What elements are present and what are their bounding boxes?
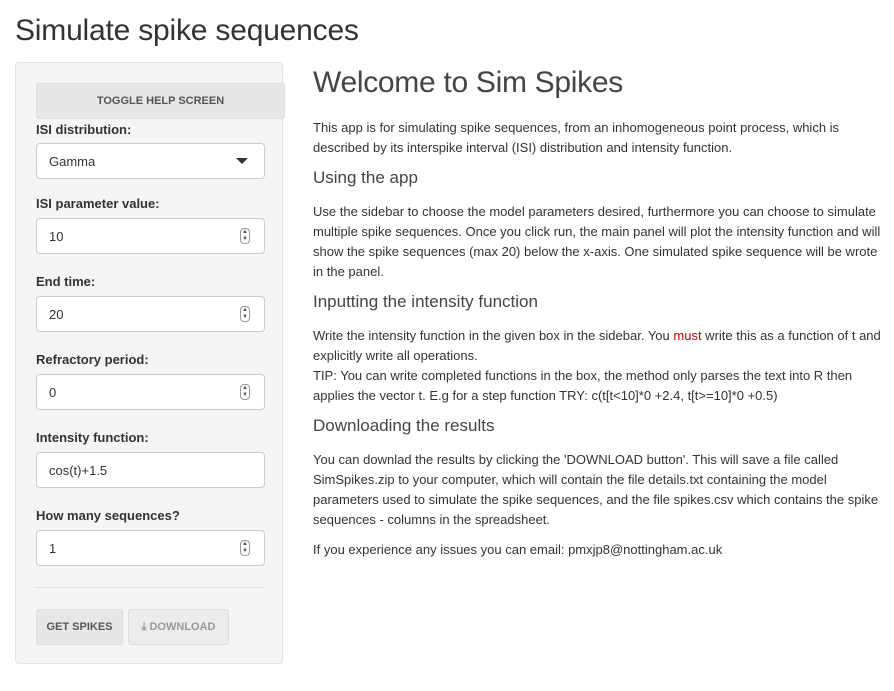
sequences-label: How many sequences? [36, 508, 180, 523]
isi-parameter-input[interactable]: 10 ▲ ▼ [36, 218, 265, 254]
download-button[interactable]: ⤓ DOWNLOAD [128, 609, 229, 645]
welcome-heading: Welcome to Sim Spikes [313, 66, 623, 99]
isi-parameter-value: 10 [49, 228, 64, 244]
using-heading: Using the app [313, 168, 418, 187]
intensity-value: cos(t)+1.5 [49, 462, 108, 478]
intensity-input[interactable]: cos(t)+1.5 [36, 452, 265, 488]
using-text: Use the sidebar to choose the model para… [313, 204, 881, 279]
refractory-value: 0 [49, 384, 57, 400]
number-spinner-icon[interactable]: ▲ ▼ [240, 228, 250, 244]
sequences-value: 1 [49, 540, 57, 556]
download-icon: ⤓ [141, 620, 147, 633]
get-spikes-button[interactable]: GET SPIKES [36, 609, 123, 645]
refractory-input[interactable]: 0 ▲ ▼ [36, 374, 265, 410]
intro-text: This app is for simulating spike sequenc… [313, 120, 840, 155]
dropdown-caret-icon [236, 158, 248, 164]
download-text: You can downlad the results by clicking … [313, 452, 879, 527]
isi-distribution-label: ISI distribution: [36, 122, 132, 137]
number-spinner-icon[interactable]: ▲ ▼ [240, 540, 250, 556]
main-panel: Welcome to Sim Spikes This app is for si… [313, 62, 885, 570]
download-label: DOWNLOAD [149, 621, 216, 633]
download-heading: Downloading the results [313, 416, 495, 435]
toggle-help-button[interactable]: TOGGLE HELP SCREEN [36, 83, 285, 119]
end-time-value: 20 [49, 306, 64, 322]
refractory-label: Refractory period: [36, 352, 149, 367]
sidebar-panel: TOGGLE HELP SCREEN ISI distribution: Gam… [15, 62, 285, 664]
contact-text: If you experience any issues you can ema… [313, 542, 723, 557]
input-text-emph: must [673, 328, 702, 343]
sidebar-divider [36, 587, 265, 588]
number-spinner-icon[interactable]: ▲ ▼ [240, 384, 250, 400]
page-title: Simulate spike sequences [15, 14, 359, 47]
input-heading: Inputting the intensity function [313, 292, 538, 311]
input-text-before: Write the intensity function in the give… [313, 328, 674, 343]
isi-distribution-value: Gamma [49, 153, 96, 169]
tip-text: TIP: You can write completed functions i… [313, 368, 853, 403]
intensity-label: Intensity function: [36, 430, 149, 445]
sequences-input[interactable]: 1 ▲ ▼ [36, 530, 265, 566]
end-time-label: End time: [36, 274, 96, 289]
isi-distribution-select[interactable]: Gamma [36, 143, 265, 179]
end-time-input[interactable]: 20 ▲ ▼ [36, 296, 265, 332]
input-text: Write the intensity function in the give… [313, 326, 885, 366]
isi-parameter-label: ISI parameter value: [36, 196, 160, 211]
number-spinner-icon[interactable]: ▲ ▼ [240, 306, 250, 322]
